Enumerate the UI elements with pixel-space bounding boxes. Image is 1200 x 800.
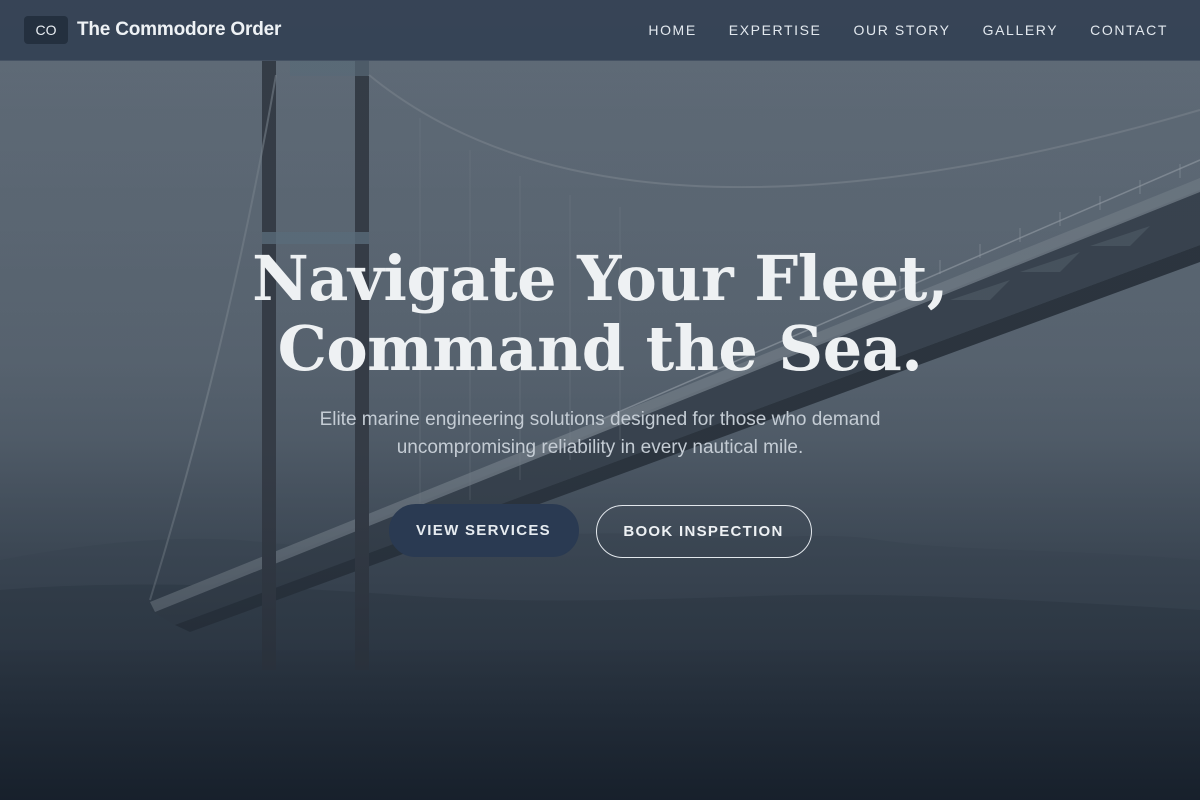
nav-our-story-link[interactable]: OUR STORY: [838, 22, 967, 38]
nav-contact-link[interactable]: CONTACT: [1074, 22, 1176, 38]
view-services-button[interactable]: VIEW SERVICES: [388, 504, 579, 557]
nav-gallery-link[interactable]: GALLERY: [967, 22, 1075, 38]
hero-section: Navigate Your Fleet, Command the Sea. El…: [0, 244, 1200, 462]
main-nav: HOME EXPERTISE OUR STORY GALLERY CONTACT: [632, 22, 1176, 38]
hero-subtitle-line-1: Elite marine engineering solutions desig…: [319, 409, 881, 430]
hero-cta-row: VIEW SERVICES BOOK INSPECTION: [0, 504, 1200, 558]
brand[interactable]: CO The Commodore Order: [24, 16, 281, 44]
hero-subtitle: Elite marine engineering solutions desig…: [0, 406, 1200, 462]
book-inspection-button[interactable]: BOOK INSPECTION: [595, 505, 812, 558]
site-header: CO The Commodore Order HOME EXPERTISE OU…: [0, 0, 1200, 61]
nav-expertise-link[interactable]: EXPERTISE: [713, 22, 838, 38]
hero-title-line-1: Navigate Your Fleet,: [252, 242, 948, 315]
nav-home-link[interactable]: HOME: [632, 22, 712, 38]
hero-subtitle-line-2: uncompromising reliability in every naut…: [396, 437, 804, 458]
hero-title: Navigate Your Fleet, Command the Sea.: [0, 244, 1200, 384]
logo-badge[interactable]: CO: [24, 16, 68, 44]
brand-name[interactable]: The Commodore Order: [77, 19, 281, 41]
hero-title-line-2: Command the Sea.: [277, 312, 923, 385]
